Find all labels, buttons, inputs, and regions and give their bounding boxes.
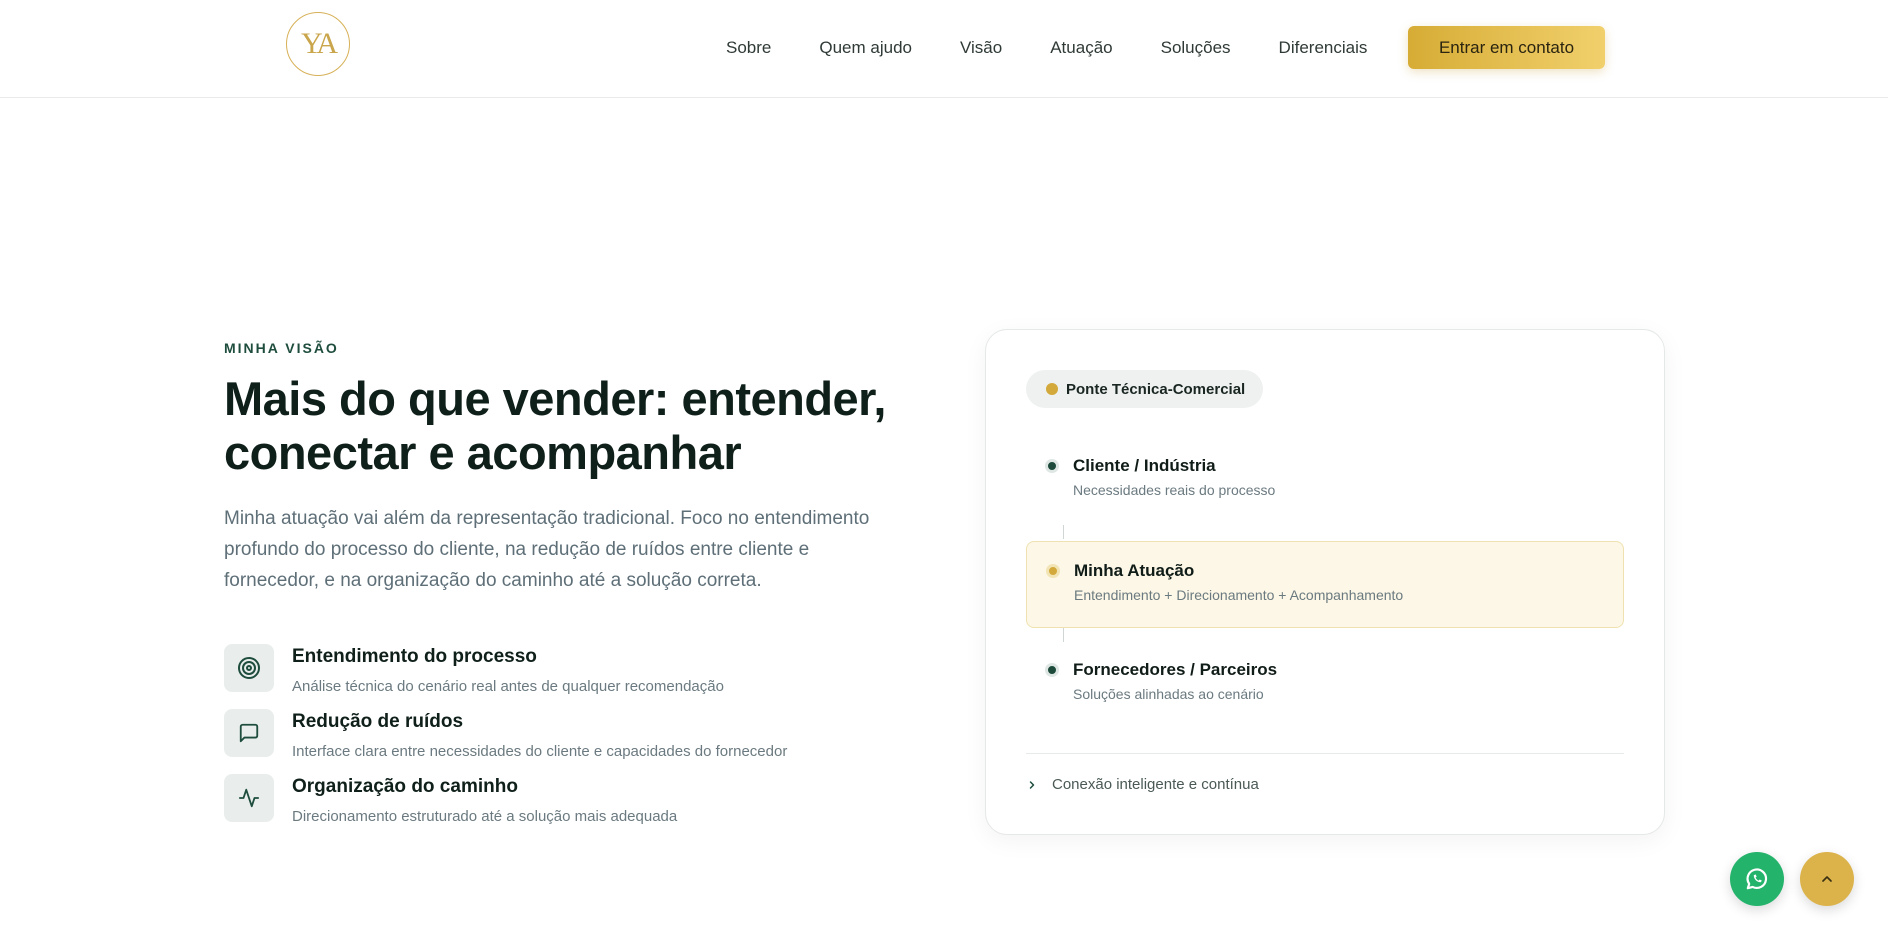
activity-icon [224,774,274,822]
node-description: Entendimento + Direcionamento + Acompanh… [1074,587,1404,603]
section-eyebrow: MINHA VISÃO [224,340,339,356]
feature-item: Entendimento do processo Análise técnica… [224,644,724,696]
nav-link-sobre[interactable]: Sobre [726,38,771,58]
node-dot-icon [1046,564,1060,578]
bridge-badge-label: Ponte Técnica-Comercial [1066,380,1246,398]
target-icon [224,644,274,692]
node-title: Fornecedores / Parceiros [1073,660,1278,679]
main-nav: Sobre Quem ajudo Visão Atuação Soluções … [726,26,1415,70]
flow-node-suppliers: Fornecedores / Parceiros Soluções alinha… [1026,652,1624,712]
nav-link-visao[interactable]: Visão [960,38,1002,58]
nav-link-solucoes[interactable]: Soluções [1161,38,1231,58]
node-title: Minha Atuação [1074,561,1195,580]
chevron-up-icon [1822,876,1832,882]
logo[interactable]: YA [286,12,350,76]
card-footer-link-label: Conexão inteligente e contínua [1052,776,1259,793]
feature-item: Redução de ruídos Interface clara entre … [224,709,787,761]
flow-connector [1063,628,1064,642]
whatsapp-icon [1746,868,1768,890]
feature-description: Interface clara entre necessidades do cl… [292,743,788,760]
nav-link-diferenciais[interactable]: Diferenciais [1279,38,1368,58]
feature-description: Direcionamento estruturado até a solução… [292,808,678,825]
feature-description: Análise técnica do cenário real antes de… [292,678,724,695]
section-lead: Minha atuação vai além da representação … [224,508,870,591]
node-title: Cliente / Indústria [1073,456,1216,475]
node-dot-icon [1045,663,1059,677]
card-footer-link[interactable]: Conexão inteligente e contínua [1026,776,1259,793]
chevron-right-icon [1026,779,1044,791]
feature-item: Organização do caminho Direcionamento es… [224,774,677,826]
node-dot-icon [1045,459,1059,473]
message-icon [224,709,274,757]
feature-title: Entendimento do processo [292,646,537,667]
flow-connector [1063,525,1064,539]
feature-title: Organização do caminho [292,776,518,797]
node-description: Necessidades reais do processo [1073,482,1276,498]
logo-monogram: YA [300,27,338,60]
gold-dot-icon [1046,383,1058,395]
nav-link-atuacao[interactable]: Atuação [1050,38,1112,58]
flow-node-my-role: Minha Atuação Entendimento + Direcioname… [1026,541,1624,628]
section-title: Mais do que vender: entender, conectar e… [224,372,886,479]
node-description: Soluções alinhadas ao cenário [1073,686,1264,702]
bridge-card: Ponte Técnica-Comercial Cliente / Indúst… [985,329,1665,835]
back-to-top-button[interactable] [1800,852,1854,906]
contact-button[interactable]: Entrar em contato [1408,26,1605,69]
whatsapp-button[interactable] [1730,852,1784,906]
site-header: YA Sobre Quem ajudo Visão Atuação Soluçõ… [0,0,1888,98]
nav-link-quem-ajudo[interactable]: Quem ajudo [819,38,912,58]
flow-node-client: Cliente / Indústria Necessidades reais d… [1026,448,1624,508]
feature-title: Redução de ruídos [292,711,464,732]
card-divider [1026,753,1624,754]
bridge-badge: Ponte Técnica-Comercial [1026,370,1264,408]
